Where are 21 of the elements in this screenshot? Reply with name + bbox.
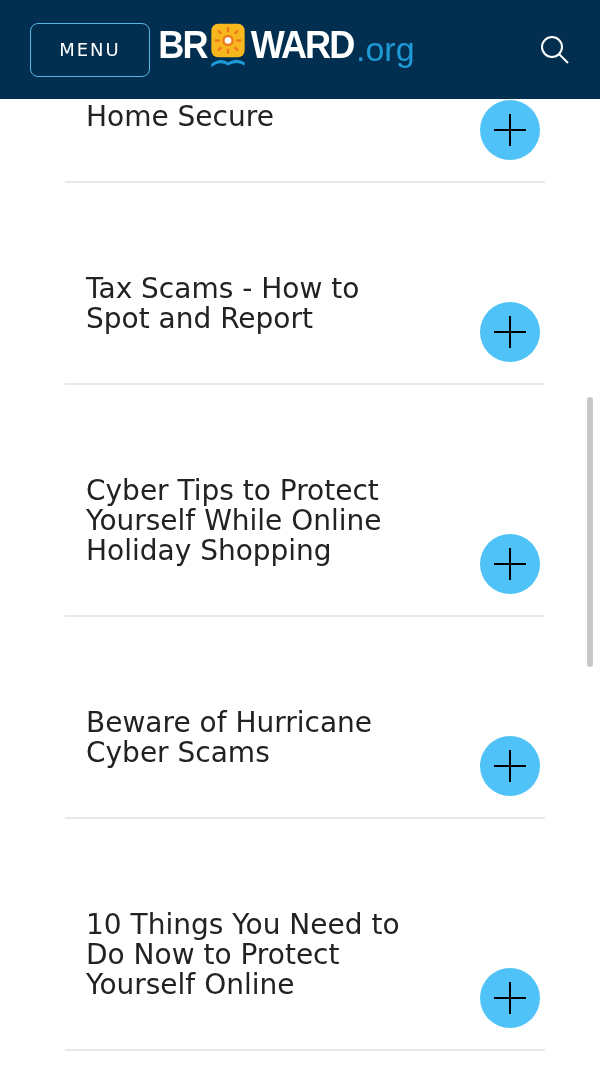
logo-text[interactable]: BR xyxy=(158,21,207,68)
expand-button[interactable] xyxy=(480,100,540,160)
article-title: Cyber Tips to Protect Yourself While Online Holiday Shopping xyxy=(86,476,383,566)
expand-button[interactable] xyxy=(480,534,540,594)
scroll-bar[interactable] xyxy=(587,397,593,667)
article-title: Home Secure xyxy=(86,102,275,132)
logo-domain[interactable]: .org xyxy=(356,25,415,72)
expand-button[interactable] xyxy=(480,302,540,362)
menu-button[interactable]: MENU xyxy=(30,22,150,77)
article-title: Beware of Hurricane Cyber Scams xyxy=(86,708,374,768)
plus-icon xyxy=(494,548,526,580)
article-title: Tax Scams - How to Spot and Report xyxy=(86,274,361,334)
expand-button[interactable] xyxy=(480,736,540,796)
plus-icon xyxy=(494,316,526,348)
expand-button[interactable] xyxy=(480,968,540,1028)
logo-text[interactable]: WARD xyxy=(250,21,354,68)
plus-icon xyxy=(494,114,526,146)
plus-icon xyxy=(494,982,526,1014)
plus-icon xyxy=(494,750,526,782)
search-icon[interactable] xyxy=(540,34,570,65)
article-title: 10 Things You Need to Do Now to Protect Yourself Online xyxy=(86,910,401,1000)
